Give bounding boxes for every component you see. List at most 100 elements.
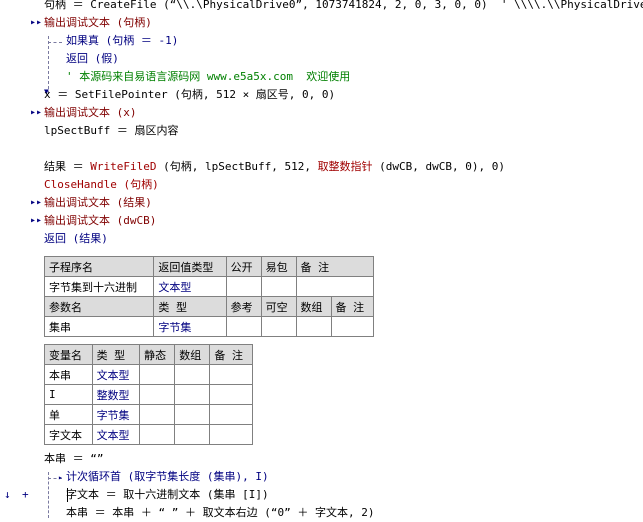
table-cell[interactable]: I	[44, 384, 93, 405]
table-cell[interactable]: 单	[44, 404, 93, 425]
code-text: 如果真 (句柄 ＝ -1)	[66, 34, 179, 47]
code-line-loop[interactable]: 计次循环首 (取字节集长度 (集串), I)	[66, 468, 269, 486]
table-row[interactable]: 字文本 文本型	[44, 424, 253, 445]
code-line-createfile[interactable]: 句柄 ＝ CreateFile (“\\.\PhysicalDrive0”, 1…	[44, 0, 643, 14]
code-line-assign-buffer[interactable]: lpSectBuff ＝ 扇区内容	[44, 122, 178, 140]
table-header-cell: 备 注	[330, 296, 375, 317]
code-text: 本串 ＝ “”	[44, 452, 104, 465]
table-cell[interactable]	[295, 276, 375, 297]
code-text: 本串 ＝ 本串 ＋ “ ” ＋ 取文本右边 (“0” ＋ 字文本, 2)	[66, 506, 375, 519]
debug-marker-icon[interactable]: ▸▸	[30, 194, 42, 212]
code-line-return-result[interactable]: 返回 (结果)	[44, 230, 108, 248]
table-cell[interactable]: 文本型	[91, 364, 141, 385]
table-cell[interactable]: 本串	[44, 364, 93, 385]
code-line-writefile[interactable]: 结果 ＝ WriteFileD (句柄, lpSectBuff, 512, 取整…	[44, 158, 505, 176]
table-header-cell: 数组	[295, 296, 332, 317]
code-line-append[interactable]: 本串 ＝ 本串 ＋ “ ” ＋ 取文本右边 (“0” ＋ 字文本, 2)	[66, 504, 374, 522]
variable-table: 变量名 类 型 静态 数组 备 注 本串 文本型 I 整数型 单 字节集 字文本…	[44, 344, 253, 445]
code-text: 输出调试文本 (dwCB)	[44, 214, 157, 227]
table-cell[interactable]	[209, 404, 253, 425]
code-line-debug-output-x[interactable]: 输出调试文本 (x)	[44, 104, 137, 122]
table-cell[interactable]	[295, 316, 332, 337]
code-line-init-string[interactable]: 本串 ＝ “”	[44, 450, 104, 468]
code-text: (句柄, lpSectBuff, 512,	[156, 160, 318, 173]
table-cell[interactable]	[330, 316, 375, 337]
table-cell[interactable]: 字文本	[44, 424, 93, 445]
table-cell[interactable]	[209, 364, 253, 385]
subroutine-table: 子程序名 返回值类型 公开 易包 备 注 字节集到十六进制 文本型 参数名 类 …	[43, 256, 375, 337]
table-header-cell: 返回值类型	[153, 256, 227, 277]
flow-guide-branch	[48, 42, 62, 43]
down-arrow-icon[interactable]: ↓	[4, 486, 16, 504]
table-cell[interactable]: 集串	[43, 316, 155, 337]
table-header-cell: 类 型	[153, 296, 227, 317]
code-line-closehandle[interactable]: CloseHandle (句柄)	[44, 176, 159, 194]
table-cell[interactable]	[260, 276, 297, 297]
table-header-cell: 备 注	[209, 344, 253, 365]
code-text: x ＝ SetFilePointer (句柄, 512 × 扇区号, 0, 0)	[44, 88, 336, 101]
table-header-cell: 参数名	[43, 296, 155, 317]
code-text: lpSectBuff ＝ 扇区内容	[44, 124, 179, 137]
code-text: 计次循环首 (取字节集长度 (集串), I)	[66, 470, 269, 483]
code-line-comment[interactable]: ' 本源码来自易语言源码网 www.e5a5x.com 欢迎使用	[66, 68, 350, 86]
code-line-setfilepointer[interactable]: x ＝ SetFilePointer (句柄, 512 × 扇区号, 0, 0)	[44, 86, 335, 104]
function-name: WriteFileD	[90, 160, 157, 173]
table-header-cell: 子程序名	[43, 256, 155, 277]
table-cell[interactable]: 文本型	[91, 424, 141, 445]
table-cell[interactable]	[139, 404, 176, 425]
table-header-cell: 备 注	[295, 256, 375, 277]
table-cell[interactable]	[174, 364, 211, 385]
table-cell[interactable]	[174, 404, 211, 425]
table-cell[interactable]	[225, 316, 262, 337]
table-cell[interactable]	[139, 424, 176, 445]
table-header-cell: 静态	[139, 344, 176, 365]
code-line-debug-result[interactable]: 输出调试文本 (结果)	[44, 194, 152, 212]
code-text: 输出调试文本 (结果)	[44, 196, 152, 209]
code-text: 字文本 ＝ 取十六进制文本 (集串 [I])	[66, 488, 269, 501]
table-row[interactable]: 单 字节集	[44, 404, 253, 425]
code-line-if[interactable]: 如果真 (句柄 ＝ -1)	[66, 32, 178, 50]
code-line-debug-dwcb[interactable]: 输出调试文本 (dwCB)	[44, 212, 156, 230]
debug-marker-icon[interactable]: ▸▸	[30, 14, 42, 32]
debug-marker-icon[interactable]: ▸▸	[30, 104, 42, 122]
loop-arrow-icon: ▸	[58, 473, 63, 482]
text-cursor	[67, 488, 68, 502]
table-row[interactable]: I 整数型	[44, 384, 253, 405]
plus-icon[interactable]: +	[22, 486, 32, 504]
code-text: 句柄 ＝ CreateFile (“\\.\PhysicalDrive0”, 1…	[44, 0, 643, 11]
table-cell[interactable]	[260, 316, 297, 337]
code-editor[interactable]: 句柄 ＝ CreateFile (“\\.\PhysicalDrive0”, 1…	[0, 0, 643, 519]
table-cell[interactable]	[209, 424, 253, 445]
table-cell[interactable]: 字节集	[153, 316, 227, 337]
table-cell[interactable]	[174, 424, 211, 445]
table-header-cell: 参考	[225, 296, 262, 317]
table-cell[interactable]	[139, 384, 176, 405]
code-text: 返回 (结果)	[44, 232, 108, 245]
function-name: 取整数指针	[317, 160, 373, 173]
table-header-cell: 变量名	[44, 344, 93, 365]
comment-text: ' 本源码来自易语言源码网 www.e5a5x.com 欢迎使用	[66, 70, 351, 83]
code-text: (dwCB, dwCB, 0), 0)	[372, 160, 506, 173]
table-cell[interactable]: 整数型	[91, 384, 141, 405]
code-line-return-false[interactable]: 返回 (假)	[66, 50, 119, 68]
code-text: 返回 (假)	[66, 52, 119, 65]
table-cell[interactable]: 字节集到十六进制	[43, 276, 155, 297]
table-row[interactable]: 本串 文本型	[44, 364, 253, 385]
code-text: 输出调试文本 (句柄)	[44, 16, 152, 29]
table-cell[interactable]	[225, 276, 262, 297]
debug-marker-icon[interactable]: ▸▸	[30, 212, 42, 230]
table-header-cell: 易包	[260, 256, 297, 277]
code-line-hex-text[interactable]: 字文本 ＝ 取十六进制文本 (集串 [I])	[66, 486, 269, 504]
code-text: 结果 ＝	[44, 160, 91, 173]
code-text: CloseHandle (句柄)	[44, 178, 159, 191]
table-header-cell: 公开	[225, 256, 262, 277]
table-cell[interactable]	[139, 364, 176, 385]
table-cell[interactable]	[174, 384, 211, 405]
table-cell[interactable]: 文本型	[153, 276, 227, 297]
table-cell[interactable]	[209, 384, 253, 405]
table-header-cell: 可空	[260, 296, 297, 317]
code-text: 输出调试文本 (x)	[44, 106, 137, 119]
table-header-cell: 数组	[174, 344, 211, 365]
code-line-debug-output[interactable]: 输出调试文本 (句柄)	[44, 14, 152, 32]
table-cell[interactable]: 字节集	[91, 404, 141, 425]
